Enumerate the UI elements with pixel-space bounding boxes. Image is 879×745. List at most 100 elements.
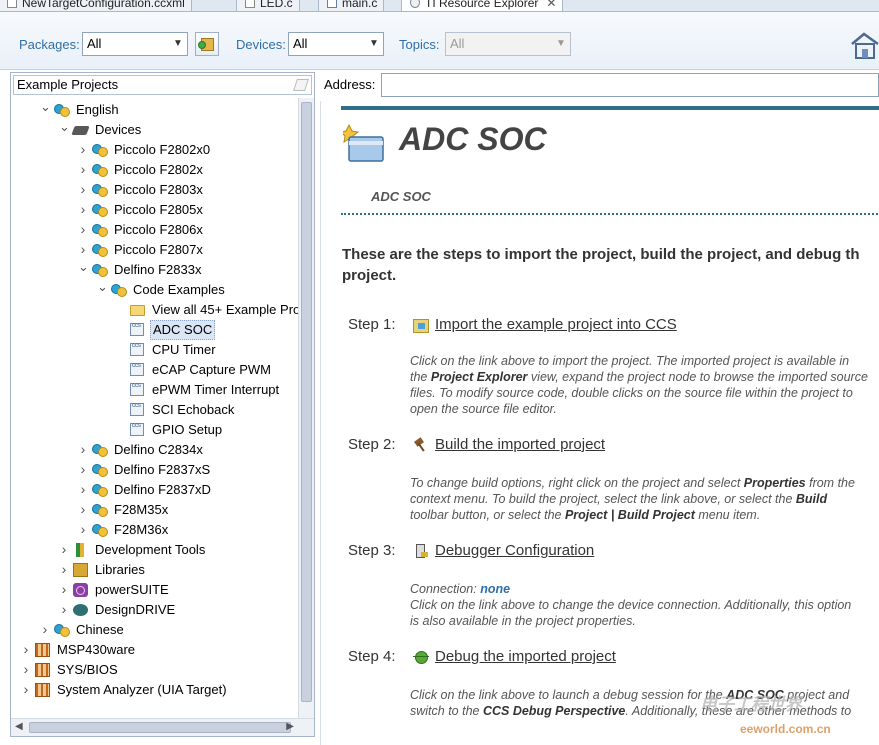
expand-toggle-icon[interactable]: › [78, 180, 88, 199]
tree-item-label: Piccolo F2802x [114, 162, 203, 177]
connection-info: Connection: none [410, 582, 511, 596]
tree-item-label: Libraries [95, 562, 145, 577]
expand-toggle-icon[interactable]: › [59, 580, 69, 599]
pair-icon [92, 143, 108, 157]
pair-icon [92, 163, 108, 177]
expand-toggle-icon[interactable]: › [21, 660, 31, 679]
collapse-toggle-icon[interactable]: ⌄ [40, 100, 51, 114]
step-2-description: To change build options, right click on … [410, 475, 879, 523]
topics-select[interactable]: All ▼ [445, 32, 571, 56]
tab-ti-resource-explorer[interactable]: TI Resource Explorer ✕ [401, 0, 564, 11]
scroll-left-icon[interactable]: ◀ [15, 721, 23, 732]
home-icon[interactable] [849, 30, 879, 60]
watermark-url: eeworld.com.cn [740, 722, 831, 736]
tree-item-label: DesignDRIVE [95, 602, 176, 617]
import-icon[interactable] [413, 319, 429, 333]
expand-toggle-icon[interactable]: › [78, 480, 88, 499]
address-input[interactable] [381, 73, 879, 97]
pair-icon [92, 243, 108, 257]
expand-toggle-icon[interactable]: › [78, 140, 88, 159]
chevron-down-icon: ▼ [173, 38, 183, 49]
expand-toggle-icon[interactable]: › [21, 640, 31, 659]
globe-icon [410, 0, 420, 8]
debugger-config-icon[interactable] [413, 544, 429, 558]
expand-toggle-icon[interactable]: › [78, 200, 88, 219]
expand-toggle-icon[interactable]: › [59, 560, 69, 579]
project-folder-icon [343, 123, 384, 162]
tree-item-label: Piccolo F2802x0 [114, 142, 211, 157]
package-icon [198, 38, 214, 51]
collapse-toggle-icon[interactable]: ⌄ [59, 120, 70, 134]
collapse-toggle-icon[interactable]: ⌄ [97, 280, 108, 294]
package-icon [35, 683, 50, 697]
devices-select[interactable]: All ▼ [288, 32, 384, 56]
collapse-toggle-icon[interactable]: ⌄ [78, 260, 89, 274]
header-rule [341, 106, 879, 110]
expand-toggle-icon[interactable]: › [78, 500, 88, 519]
tree-vertical-scrollbar[interactable] [298, 98, 314, 718]
expand-toggle-icon[interactable]: › [59, 600, 69, 619]
tree-item-label: Piccolo F2807x [114, 242, 203, 257]
tree-item-label: CPU Timer [152, 342, 216, 357]
debug-project-link[interactable]: Debug the imported project [435, 648, 616, 665]
packages-select[interactable]: All ▼ [82, 32, 188, 56]
tab-led-c[interactable]: LED.c [236, 0, 300, 11]
step-2-label: Step 2: [348, 436, 396, 453]
resource-tree: ⌄ English ⌄ Devices › Piccolo F2802x0 › Piccolo… [11, 98, 298, 718]
tree-item-label: Code Examples [133, 282, 225, 297]
package-icon [35, 663, 50, 677]
scroll-right-icon[interactable]: ▶ [286, 721, 294, 732]
expand-toggle-icon[interactable]: › [78, 220, 88, 239]
tree-item-label: GPIO Setup [152, 422, 223, 437]
bug-icon[interactable] [413, 650, 429, 664]
expand-toggle-icon[interactable]: › [78, 160, 88, 179]
tree-item-label: Delfino C2834x [114, 442, 203, 457]
description-line: Click on the link above to change the de… [410, 598, 852, 612]
devtools-icon [76, 543, 84, 557]
scrollbar-thumb[interactable] [29, 722, 291, 733]
hammer-icon[interactable] [413, 438, 429, 452]
build-project-link[interactable]: Build the imported project [435, 436, 605, 453]
tab-target-configuration[interactable]: NewTargetConfiguration.ccxml [0, 0, 192, 11]
tree-item-label: Delfino F2837xS [114, 462, 211, 477]
tree-item-label: English [76, 102, 119, 117]
tree-item-label: F28M35x [114, 502, 169, 517]
expand-toggle-icon[interactable]: › [21, 680, 31, 699]
step-1-description: Click on the link above to import the pr… [410, 353, 879, 417]
example-content-pane: ADC SOC ADC SOC These are the steps to i… [320, 101, 879, 745]
expand-toggle-icon[interactable]: › [78, 460, 88, 479]
description-line: open the source file editor. [410, 402, 557, 416]
expand-toggle-icon[interactable]: › [78, 240, 88, 259]
step-3-label: Step 3: [348, 542, 396, 559]
debugger-configuration-link[interactable]: Debugger Configuration [435, 542, 594, 559]
resource-explorer-toolbar: Packages: All ▼ Devices: All ▼ Topics: A… [0, 12, 879, 70]
ccs-project-icon [130, 363, 144, 376]
expand-toggle-icon[interactable]: › [78, 520, 88, 539]
devices-label: Devices: [236, 37, 286, 52]
import-project-link[interactable]: Import the example project into CCS [435, 316, 677, 333]
close-icon[interactable]: ✕ [546, 0, 556, 10]
description-line: Click on the link above to launch a debu… [410, 688, 850, 702]
description-line: is also available in the project propert… [410, 614, 636, 628]
scrollbar-thumb[interactable] [301, 102, 312, 702]
tree-item-label: System Analyzer (UIA Target) [57, 682, 227, 697]
ccs-project-icon [130, 383, 144, 396]
expand-toggle-icon[interactable]: › [59, 540, 69, 559]
expand-toggle-icon[interactable]: › [78, 440, 88, 459]
dotted-divider [341, 213, 879, 215]
clear-filter-icon[interactable] [293, 79, 309, 91]
topics-label: Topics: [399, 37, 440, 52]
connection-value: none [480, 582, 511, 596]
step-3-description: Click on the link above to change the de… [410, 597, 879, 629]
ccs-project-icon [130, 343, 144, 356]
filter-input[interactable]: Example Projects [13, 75, 312, 95]
tab-main-c[interactable]: main.c [318, 0, 385, 11]
address-label: Address: [324, 77, 376, 92]
pair-icon [92, 203, 108, 217]
expand-toggle-icon[interactable]: › [40, 620, 50, 639]
designdrive-icon [73, 604, 88, 616]
pair-icon [92, 483, 108, 497]
tree-horizontal-scrollbar[interactable]: ◀ ▶ [11, 718, 314, 736]
chevron-down-icon: ▼ [369, 38, 379, 49]
package-manager-button[interactable] [195, 32, 219, 56]
